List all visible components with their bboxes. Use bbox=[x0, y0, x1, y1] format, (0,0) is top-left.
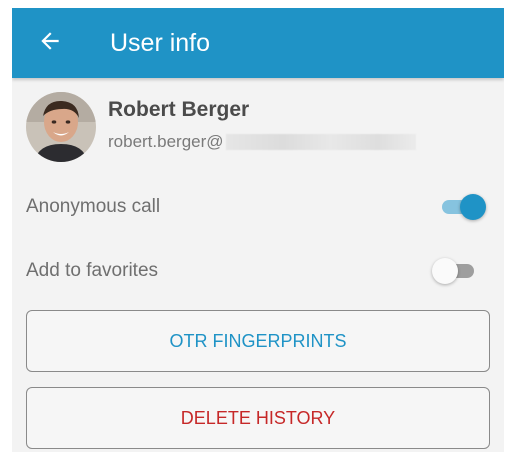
toggle-thumb bbox=[460, 194, 486, 220]
toggle-thumb bbox=[432, 258, 458, 284]
anonymous-call-label: Anonymous call bbox=[26, 196, 161, 217]
avatar bbox=[26, 92, 96, 162]
user-name: Robert Berger bbox=[108, 98, 250, 121]
app-bar: User info bbox=[12, 8, 504, 78]
otr-fingerprints-button[interactable]: OTR FINGERPRINTS bbox=[26, 310, 490, 372]
user-email-text: robert.berger@ bbox=[108, 132, 224, 151]
arrow-left-icon bbox=[37, 28, 63, 59]
add-to-favorites-label: Add to favorites bbox=[26, 260, 159, 281]
user-info-screen: User info Robert Berger robert.berger@ A… bbox=[12, 8, 504, 452]
page-title: User info bbox=[110, 29, 211, 57]
user-email: robert.berger@ bbox=[108, 132, 416, 152]
delete-history-label: DELETE HISTORY bbox=[180, 407, 336, 428]
back-button[interactable] bbox=[32, 25, 68, 61]
delete-history-button[interactable]: DELETE HISTORY bbox=[26, 387, 490, 449]
anonymous-call-toggle[interactable] bbox=[440, 193, 486, 221]
email-redacted-blur bbox=[225, 134, 416, 150]
otr-fingerprints-label: OTR FINGERPRINTS bbox=[169, 330, 347, 351]
add-to-favorites-toggle[interactable] bbox=[432, 257, 478, 285]
